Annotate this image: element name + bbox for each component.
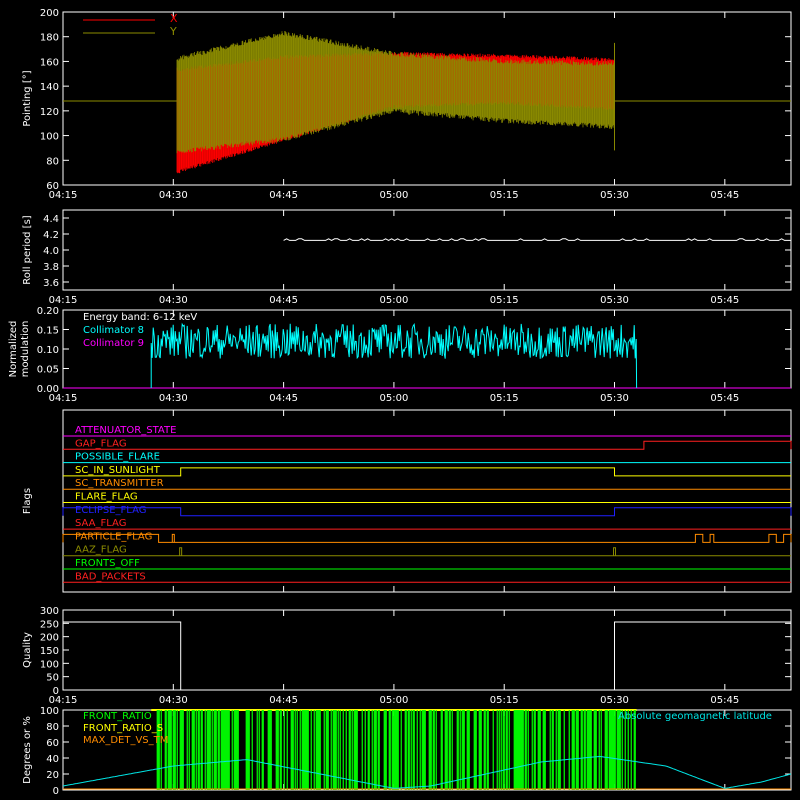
y-tick-label: 0.05 — [37, 365, 59, 376]
flag-label: SC_TRANSMITTER — [75, 478, 164, 489]
y-tick-label: 100 — [40, 659, 59, 670]
y-tick-label: 160 — [40, 57, 59, 68]
x-tick-label: 05:00 — [379, 695, 408, 706]
x-tick-label: 05:30 — [600, 695, 629, 706]
flag-label: AAZ_FLAG — [75, 545, 127, 556]
flag-label: GAP_FLAG — [75, 438, 127, 449]
panel-frame — [62, 209, 792, 291]
flag-label: SC_IN_SUNLIGHT — [75, 465, 161, 476]
geomagnetic-latitude-line — [62, 755, 792, 789]
y-tick-label: 0.10 — [37, 345, 59, 356]
x-tick-label: 04:45 — [269, 295, 298, 306]
y-axis-label: Normalized — [8, 321, 19, 378]
flag-label: POSSIBLE_FLARE — [75, 452, 160, 463]
y-tick-label: 80 — [46, 722, 59, 733]
x-tick-label: 05:00 — [379, 295, 408, 306]
x-tick-label: 05:15 — [490, 190, 519, 201]
y-tick-label: 60 — [46, 738, 59, 749]
x-tick-label: 05:30 — [600, 190, 629, 201]
y-tick-label: 120 — [40, 107, 59, 118]
y-tick-label: 0.15 — [37, 326, 59, 337]
x-tick-label: 05:30 — [600, 393, 629, 404]
y-tick-label: 180 — [40, 33, 59, 44]
x-tick-label: 05:00 — [379, 393, 408, 404]
y-tick-label: 100 — [40, 706, 59, 717]
x-tick-label: 05:15 — [490, 393, 519, 404]
x-tick-label: 04:30 — [159, 393, 188, 404]
energy-band-annotation: Energy band: 6-12 keV — [83, 312, 197, 323]
y-tick-label: 100 — [40, 132, 59, 143]
y-axis-label: Pointing [°] — [22, 70, 33, 126]
y-tick-label: 50 — [46, 673, 59, 684]
x-tick-label: 05:45 — [710, 190, 739, 201]
flag-label: BAD_PACKETS — [75, 571, 146, 582]
collimator-8-line — [150, 322, 638, 389]
x-tick-label: 05:45 — [710, 695, 739, 706]
y-tick-label: 3.8 — [43, 262, 59, 273]
y-tick-label: 60 — [46, 181, 59, 192]
flag-label: SAA_FLAG — [75, 518, 126, 529]
roll-period-line — [283, 238, 791, 241]
flag-label: ATTENUATOR_STATE — [75, 425, 176, 436]
y-tick-label: 0 — [53, 686, 59, 697]
rhessi-quicklook-chart: 04:15 04:30 04:45 05:00 05:15 05:30 05:45 60 80 1… — [8, 8, 792, 797]
y-axis-label: Quality — [22, 632, 33, 668]
legend-label-front-ratio-s: FRONT_RATIO_S — [83, 723, 163, 734]
x-tick-label: 05:45 — [710, 393, 739, 404]
legend-label-collimator-9: Collimator 9 — [83, 338, 144, 349]
y-tick-label: 0.00 — [37, 384, 59, 395]
flag-spike — [171, 533, 175, 543]
legend-label-max-det-vs-tm: MAX_DET_VS_TM — [83, 735, 168, 746]
y-tick-label: 300 — [40, 606, 59, 617]
y-tick-label: 200 — [40, 633, 59, 644]
flag-spike — [613, 547, 617, 556]
panel-frame — [62, 709, 792, 791]
y-axis-label: Degrees or % — [22, 716, 33, 784]
legend-label-collimator-8: Collimator 8 — [83, 325, 144, 336]
quality-line — [63, 621, 791, 691]
legend-label-y: Y — [169, 25, 177, 38]
flag-label: ECLIPSE_FLAG — [75, 505, 146, 516]
legend-label-x: X — [170, 12, 178, 25]
x-tick-label: 05:30 — [600, 295, 629, 306]
x-tick-label: 05:15 — [490, 295, 519, 306]
y-tick-label: 4.2 — [43, 230, 59, 241]
x-tick-label: 04:15 — [49, 295, 78, 306]
x-tick-label: 04:30 — [159, 695, 188, 706]
flag-line — [63, 440, 792, 450]
flag-label: PARTICLE_FLAG — [75, 531, 152, 542]
y-tick-label: 200 — [40, 8, 59, 19]
y-tick-label: 4.0 — [43, 246, 59, 257]
y-tick-label: 0.20 — [37, 306, 59, 317]
y-tick-label: 0 — [53, 786, 59, 797]
y-tick-label: 4.4 — [43, 214, 59, 225]
x-tick-label: 05:15 — [490, 695, 519, 706]
y-tick-label: 40 — [46, 754, 59, 765]
x-tick-label: 04:30 — [159, 190, 188, 201]
flag-line — [62, 507, 792, 517]
y-tick-label: 20 — [46, 770, 59, 781]
x-tick-label: 05:00 — [379, 190, 408, 201]
flag-label: FLARE_FLAG — [75, 492, 138, 503]
geomagnetic-latitude-label: Absolute geomagnetic latitude — [618, 711, 772, 722]
x-tick-label: 04:45 — [269, 695, 298, 706]
panel-frame — [62, 409, 792, 593]
flag-line — [63, 467, 791, 477]
y-tick-label: 3.6 — [43, 278, 59, 289]
y-tick-label: 80 — [46, 156, 59, 167]
x-tick-label: 04:45 — [269, 190, 298, 201]
x-tick-label: 04:30 — [159, 295, 188, 306]
y-axis-label: Flags — [22, 488, 33, 514]
y-tick-label: 250 — [40, 619, 59, 630]
y-tick-label: 140 — [40, 82, 59, 93]
y-axis-label: modulation — [20, 321, 31, 378]
y-tick-label: 150 — [40, 646, 59, 657]
legend-label-front-ratio: FRONT_RATIO — [83, 711, 152, 722]
x-tick-label: 04:45 — [269, 393, 298, 404]
y-axis-label: Roll period [s] — [22, 215, 33, 284]
x-tick-label: 05:45 — [710, 295, 739, 306]
flag-spike — [179, 547, 183, 556]
flag-label: FRONTS_OFF — [75, 558, 140, 569]
